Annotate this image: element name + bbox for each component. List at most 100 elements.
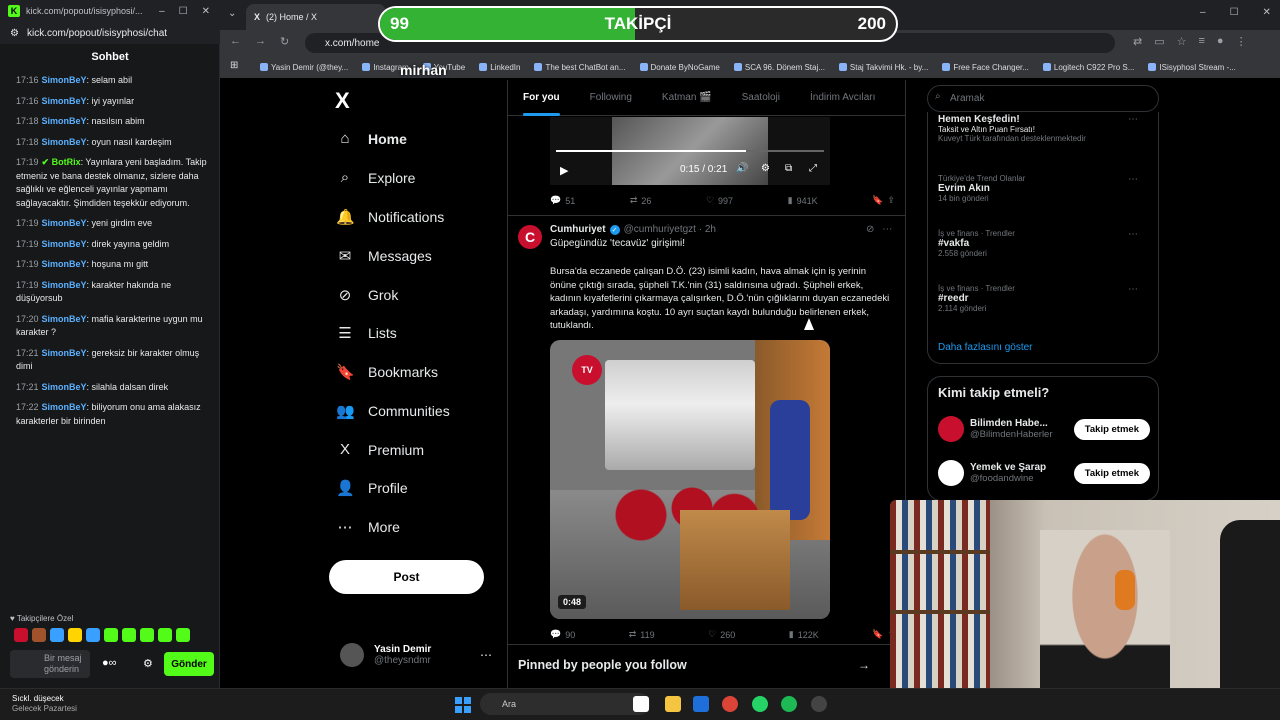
site-settings-icon[interactable]: ⚙ <box>10 28 19 39</box>
bookmark-item[interactable]: SCA 96. Dönem Staj... <box>734 63 825 72</box>
emote-icon[interactable] <box>32 628 46 642</box>
forward-icon[interactable]: → <box>255 35 266 48</box>
settings-icon[interactable]: ⚙ <box>761 163 770 174</box>
tweet-video-thumbnail[interactable]: TV 0:48 <box>550 340 830 619</box>
x-logo-icon[interactable]: X <box>335 88 350 114</box>
like-button[interactable]: ♡ 260 <box>708 629 735 640</box>
spotify-icon[interactable] <box>781 696 797 712</box>
nav-explore[interactable]: ⌕ Explore <box>336 169 416 186</box>
maximize-icon[interactable]: ☐ <box>179 6 188 17</box>
translate-icon[interactable]: ⇄ <box>1133 35 1142 48</box>
tweet[interactable] <box>508 215 905 216</box>
task-view-icon[interactable] <box>633 696 649 712</box>
nav-communities[interactable]: 👥 Communities <box>336 402 450 420</box>
bookmark-item[interactable]: LinkedIn <box>479 63 520 72</box>
back-icon[interactable]: ← <box>230 35 241 48</box>
play-icon[interactable]: ▶ <box>560 164 568 177</box>
bookmark-item[interactable]: ISisyphosI Stream -... <box>1148 63 1235 72</box>
views-button[interactable]: ▮ 122K <box>789 629 819 640</box>
nav-home[interactable]: ⌂ Home <box>336 130 406 147</box>
store-icon[interactable] <box>693 696 709 712</box>
emote-icon[interactable] <box>122 628 136 642</box>
tweet-menu[interactable]: ⊘ ⋯ <box>866 224 892 235</box>
emote-icon[interactable] <box>68 628 82 642</box>
tab-indirim-avcilari[interactable]: İndirim Avcıları <box>795 80 890 116</box>
bookmark-star-icon[interactable]: ☆ <box>1177 35 1187 48</box>
apps-grid-icon[interactable]: ⊞ <box>230 60 238 71</box>
tweet-author[interactable]: Cumhuriyet ✓ @cumhuriyetgzt · 2h <box>550 224 716 235</box>
minimize-icon[interactable]: – <box>159 6 165 17</box>
repost-button[interactable]: ⇄ 119 <box>629 629 655 640</box>
account-more-icon[interactable]: ⋯ <box>480 648 492 662</box>
search-input[interactable]: Aramak <box>927 85 1159 112</box>
reply-button[interactable]: 💬 51 <box>550 195 575 206</box>
tab-following[interactable]: Following <box>575 80 647 116</box>
tab-search-icon[interactable]: ⌄ <box>228 8 236 19</box>
nav-premium[interactable]: X Premium <box>336 441 424 458</box>
arrow-right-icon[interactable]: → <box>858 658 870 672</box>
tab-saatoloji[interactable]: Saatoloji <box>727 80 795 116</box>
minimize-icon[interactable]: – <box>1200 7 1206 18</box>
tab-for-you[interactable]: For you <box>508 80 575 116</box>
reply-button[interactable]: 💬 90 <box>550 629 575 640</box>
follow-suggestion[interactable]: Yemek ve Şarap @foodandwine Takip etmek <box>938 460 1150 486</box>
nav-messages[interactable]: ✉ Messages <box>336 247 432 265</box>
bookmark-item[interactable]: Staj Takvimi Hk. - by... <box>839 63 928 72</box>
reload-icon[interactable]: ↻ <box>280 35 289 48</box>
bookmark-item[interactable]: Logitech C922 Pro S... <box>1043 63 1135 72</box>
nav-profile[interactable]: 👤 Profile <box>336 479 408 497</box>
bookmark-item[interactable]: Yasin Demir (@they... <box>260 63 348 72</box>
like-button[interactable]: ♡ 997 <box>706 195 733 206</box>
nav-bookmarks[interactable]: 🔖 Bookmarks <box>336 363 438 381</box>
follow-suggestion[interactable]: Bilimden Habe... @BilimdenHaberler Takip … <box>938 416 1150 442</box>
taskbar-search[interactable]: Ara <box>480 693 650 715</box>
cast-icon[interactable]: ▭ <box>1154 35 1164 48</box>
chat-message-list[interactable]: 17:16 SimonBeY: selam abil 17:16 SimonBeY:… <box>16 74 208 435</box>
maximize-icon[interactable]: ☐ <box>1230 7 1239 18</box>
chat-urlbar[interactable]: ⚙ kick.com/popout/isisyphosi/chat <box>0 22 220 44</box>
emote-picker-icon[interactable]: ●∞ <box>102 657 117 669</box>
obs-icon[interactable] <box>811 696 827 712</box>
close-icon[interactable]: ✕ <box>202 6 210 17</box>
emote-icon[interactable] <box>50 628 64 642</box>
trend-item[interactable]: İş ve finans · Trendler #reedr 2.114 gön… <box>938 284 1148 313</box>
weather-widget[interactable]: Sıckl. düşecek Gelecek Pazartesi <box>12 694 77 714</box>
trend-item[interactable]: İş ve finans · Trendler #vakfa 2.558 gön… <box>938 229 1148 258</box>
start-button[interactable] <box>455 697 471 713</box>
bookmark-item[interactable]: Free Face Changer... <box>942 63 1029 72</box>
nav-more[interactable]: ⋯ More <box>336 518 400 536</box>
emote-icon[interactable] <box>14 628 28 642</box>
cumhuriyet-avatar[interactable]: C <box>518 225 542 249</box>
views-button[interactable]: ▮ 941K <box>788 195 818 206</box>
volume-icon[interactable]: 🔊 <box>736 163 748 174</box>
emote-icon[interactable] <box>104 628 118 642</box>
file-explorer-icon[interactable] <box>665 696 681 712</box>
follow-button[interactable]: Takip etmek <box>1073 418 1150 440</box>
menu-icon[interactable]: ⋮ <box>1236 35 1247 48</box>
gear-icon[interactable]: ⚙ <box>143 657 153 670</box>
emote-bar[interactable] <box>14 628 190 642</box>
bookmark-button[interactable]: 🔖 ⇪ <box>872 195 895 206</box>
nav-notifications[interactable]: 🔔 Notifications <box>336 208 444 226</box>
show-more-link[interactable]: Daha fazlasını göster <box>938 342 1033 353</box>
emote-icon[interactable] <box>140 628 154 642</box>
account-switcher[interactable]: Yasin Demir @theysndmr <box>340 643 431 667</box>
follow-button[interactable]: Takip etmek <box>1073 462 1150 484</box>
post-button[interactable]: Post <box>329 560 484 594</box>
trend-item[interactable]: Hemen Keşfedin! Taksit ve Altın Puan Fır… <box>938 114 1148 143</box>
emote-icon[interactable] <box>176 628 190 642</box>
chrome-icon[interactable] <box>722 696 738 712</box>
nav-grok[interactable]: ⊘ Grok <box>336 286 399 304</box>
emote-icon[interactable] <box>158 628 172 642</box>
whatsapp-icon[interactable] <box>752 696 768 712</box>
trend-item[interactable]: Türkiye'de Trend Olanlar Evrim Akın 14 b… <box>938 174 1148 203</box>
close-icon[interactable]: ✕ <box>1263 7 1271 18</box>
extensions-icon[interactable]: ≡ <box>1199 35 1205 48</box>
emote-icon[interactable] <box>86 628 100 642</box>
tab-katman[interactable]: Katman 🎬 <box>647 80 727 116</box>
profile-avatar[interactable]: ● <box>1217 35 1224 48</box>
nav-lists[interactable]: ☰ Lists <box>336 324 397 342</box>
send-button[interactable]: Gönder <box>164 652 214 676</box>
bookmark-item[interactable]: The best ChatBot an... <box>534 63 625 72</box>
chat-message-input[interactable]: Bir mesaj gönderin <box>10 650 90 678</box>
